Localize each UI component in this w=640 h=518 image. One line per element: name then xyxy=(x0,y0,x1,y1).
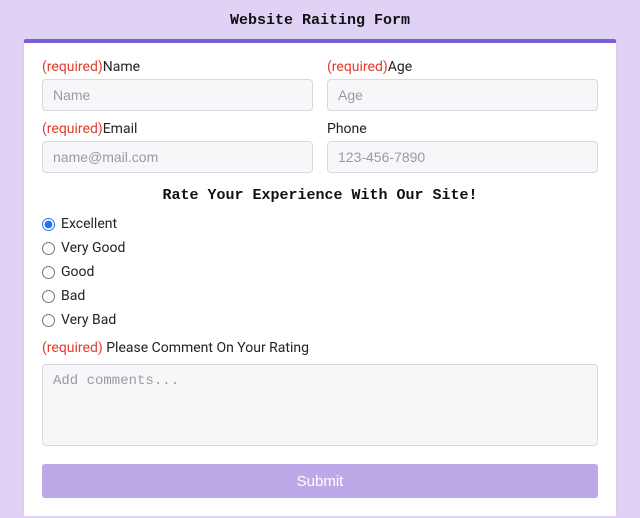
age-label-text: Age xyxy=(388,59,412,75)
name-label: (required)Name xyxy=(42,59,313,75)
required-marker: (required) xyxy=(42,121,103,137)
comment-textarea[interactable] xyxy=(42,364,598,446)
rating-option-label: Very Good xyxy=(61,240,125,256)
rating-option[interactable]: Very Bad xyxy=(42,312,598,328)
required-marker: (required) xyxy=(42,340,103,356)
rating-radio[interactable] xyxy=(42,242,55,255)
rating-radio[interactable] xyxy=(42,218,55,231)
phone-label: Phone xyxy=(327,121,598,137)
rating-option[interactable]: Good xyxy=(42,264,598,280)
email-label-text: Email xyxy=(103,121,138,137)
submit-button[interactable]: Submit xyxy=(42,464,598,498)
rating-radio-group: Excellent Very Good Good Bad Very Bad xyxy=(42,216,598,328)
name-input[interactable] xyxy=(42,79,313,111)
rating-option-label: Bad xyxy=(61,288,85,304)
email-input[interactable] xyxy=(42,141,313,173)
form-card: (required)Name (required)Age (required)E… xyxy=(24,39,616,516)
rating-radio[interactable] xyxy=(42,266,55,279)
age-input[interactable] xyxy=(327,79,598,111)
page-title: Website Raiting Form xyxy=(0,0,640,39)
rating-option[interactable]: Very Good xyxy=(42,240,598,256)
age-label: (required)Age xyxy=(327,59,598,75)
required-marker: (required) xyxy=(42,59,103,75)
rating-option-label: Excellent xyxy=(61,216,117,232)
email-label: (required)Email xyxy=(42,121,313,137)
rating-heading: Rate Your Experience With Our Site! xyxy=(42,187,598,204)
comment-label-text: Please Comment On Your Rating xyxy=(106,340,309,356)
rating-radio[interactable] xyxy=(42,290,55,303)
phone-input[interactable] xyxy=(327,141,598,173)
name-label-text: Name xyxy=(103,59,140,75)
rating-option-label: Very Bad xyxy=(61,312,116,328)
rating-radio[interactable] xyxy=(42,314,55,327)
phone-label-text: Phone xyxy=(327,121,367,137)
rating-option-label: Good xyxy=(61,264,94,280)
comment-label: (required) Please Comment On Your Rating xyxy=(42,340,598,356)
rating-option[interactable]: Bad xyxy=(42,288,598,304)
rating-option[interactable]: Excellent xyxy=(42,216,598,232)
required-marker: (required) xyxy=(327,59,388,75)
